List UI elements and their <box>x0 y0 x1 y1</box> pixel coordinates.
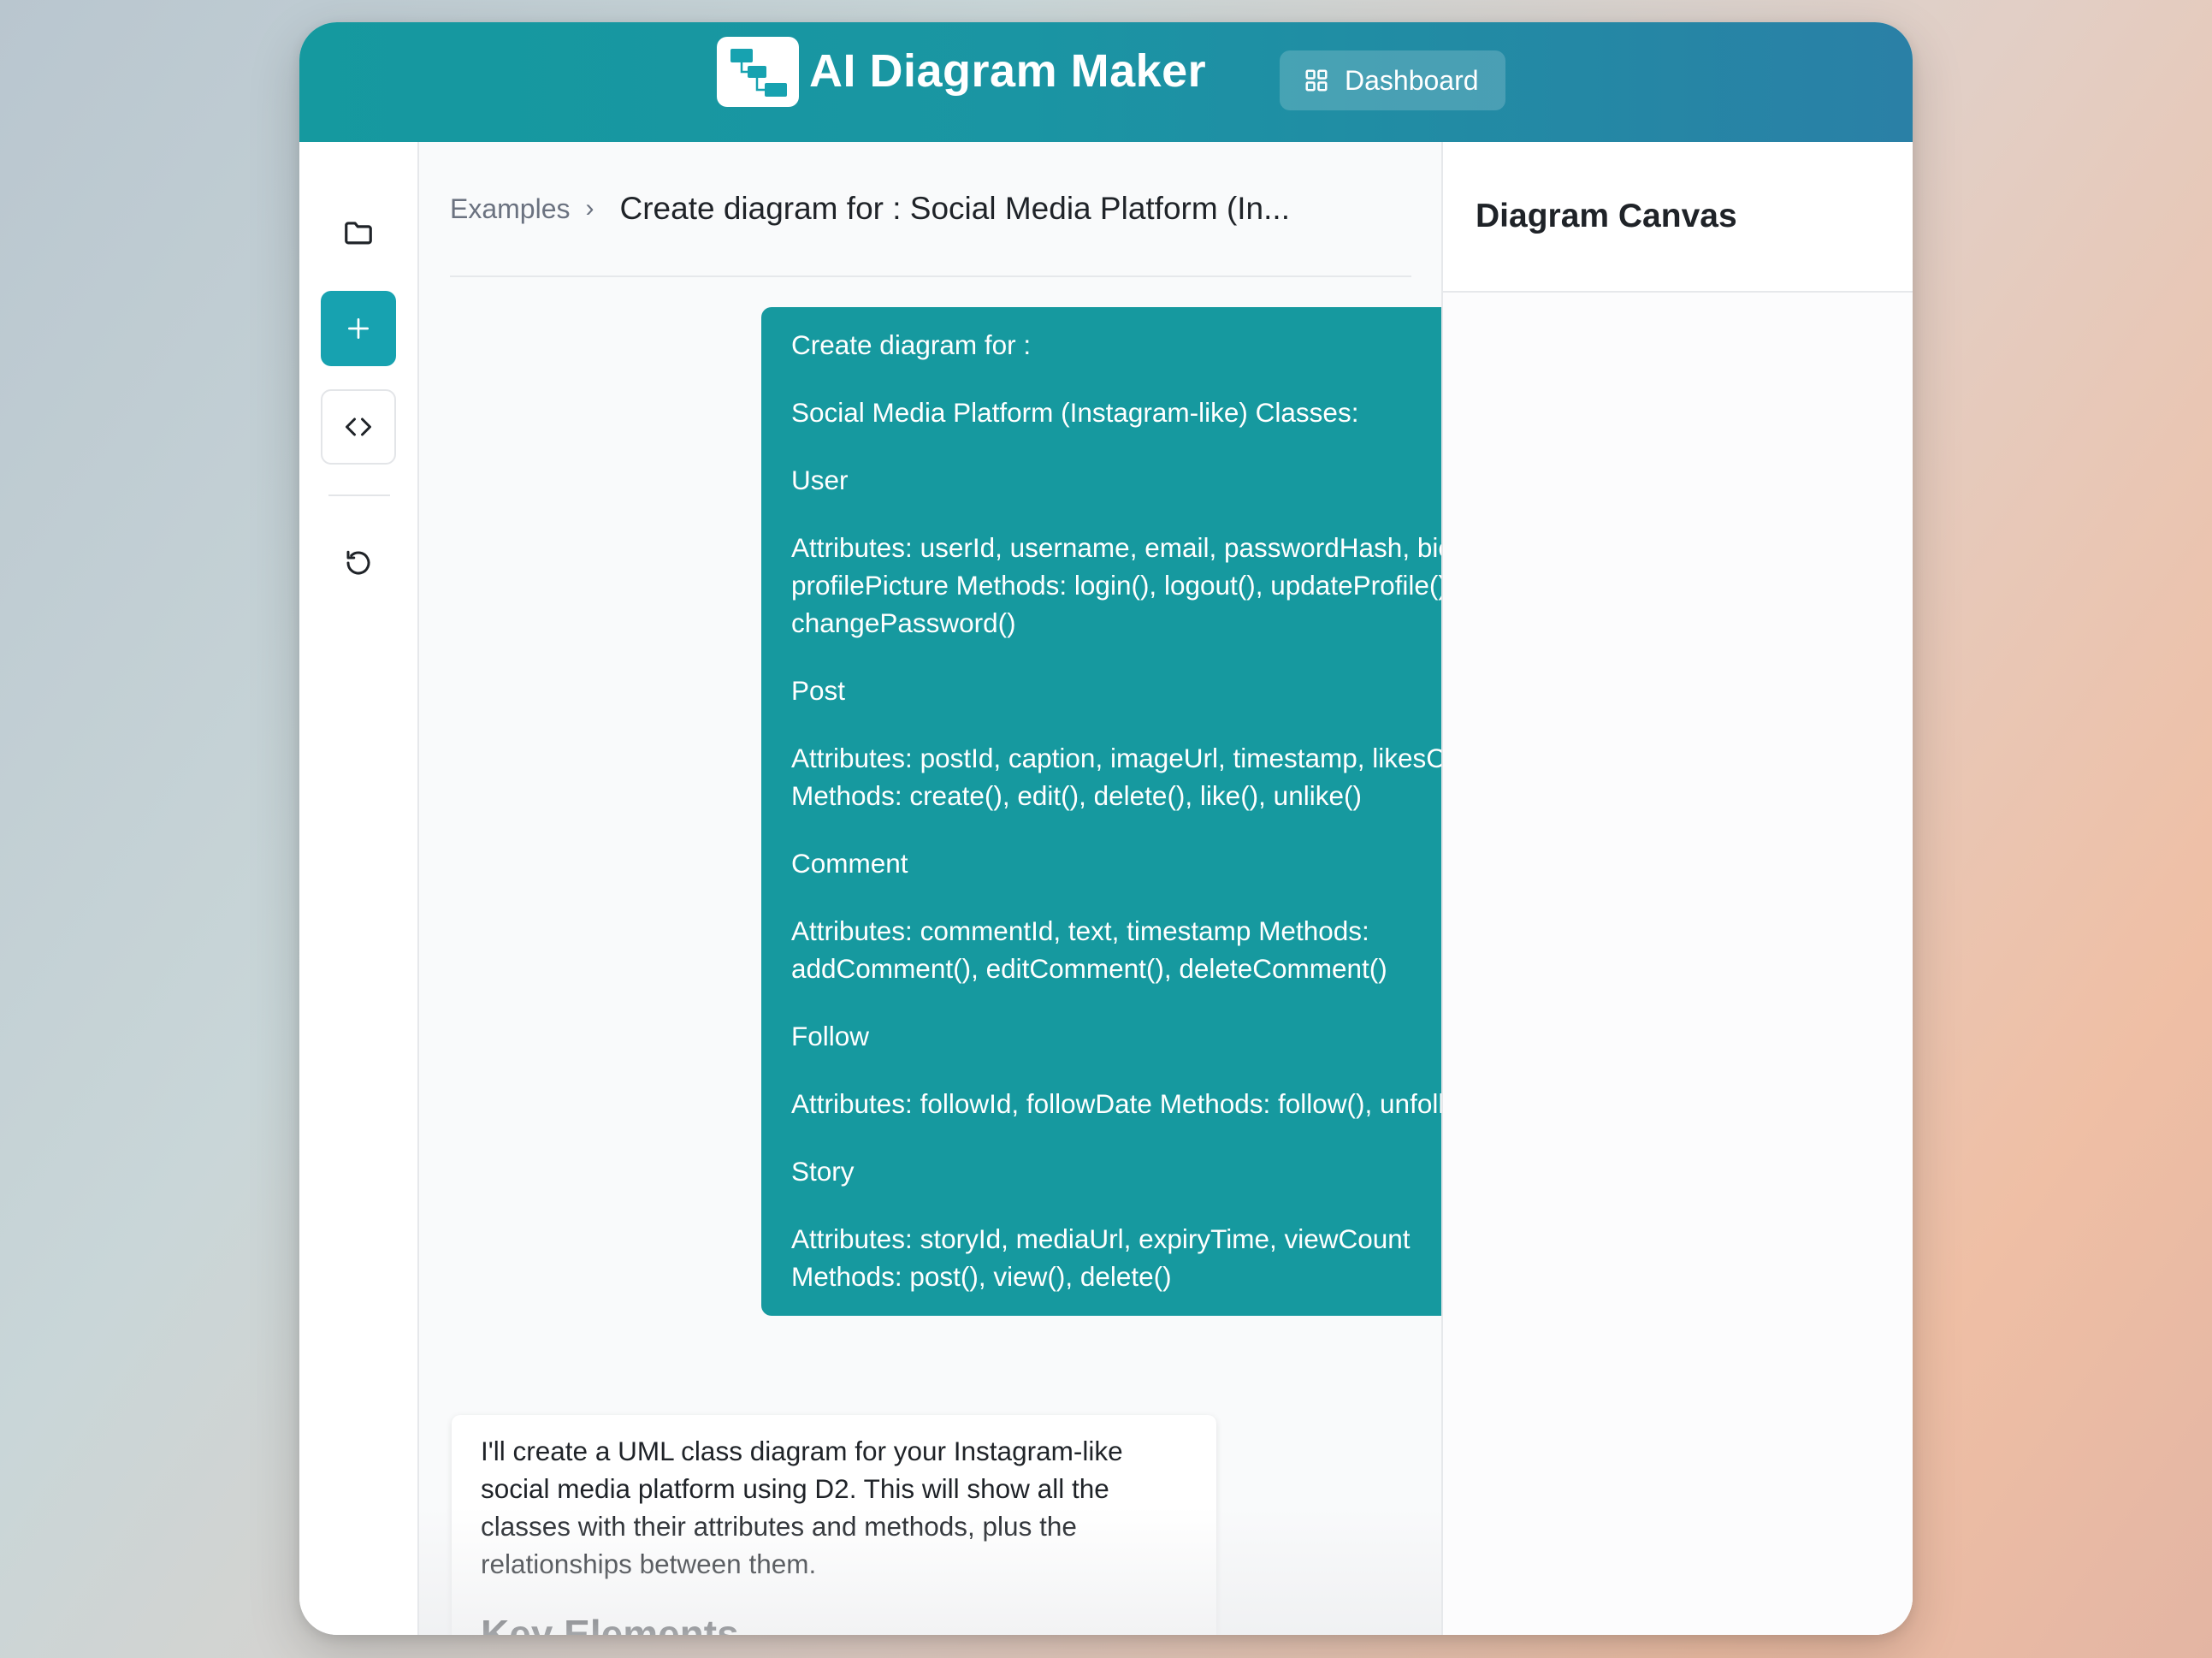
dashboard-button[interactable]: Dashboard <box>1280 50 1505 110</box>
code-icon <box>346 417 371 436</box>
breadcrumb-examples-link[interactable]: Examples <box>450 193 571 225</box>
chat-panel: Examples › Create diagram for : Social M… <box>419 142 1442 1635</box>
app-logo-icon <box>717 37 799 107</box>
sidebar-item-new[interactable] <box>321 291 396 366</box>
assistant-message-text: I'll create a UML class diagram for your… <box>481 1436 1123 1579</box>
sidebar-item-history[interactable] <box>321 525 396 601</box>
sidebar-item-folder[interactable] <box>321 195 396 270</box>
breadcrumb-current: Create diagram for : Social Media Platfo… <box>619 191 1290 226</box>
diagram-canvas[interactable] <box>1443 293 1913 1635</box>
assistant-message-heading: Key Elements <box>481 1612 739 1635</box>
breadcrumb-separator: › <box>585 194 594 222</box>
diagram-canvas-panel: Diagram Canvas <box>1441 142 1913 1635</box>
message-line: Attributes: followId, followDate Methods… <box>791 1088 1442 1119</box>
sidebar-divider <box>328 494 390 496</box>
history-icon <box>346 550 370 575</box>
user-message: Create diagram for : Social Media Platfo… <box>761 307 1442 1316</box>
message-line: Attributes: commentId, text, timestamp M… <box>791 915 1387 984</box>
message-line: Attributes: userId, username, email, pas… <box>791 532 1442 638</box>
canvas-title: Diagram Canvas <box>1443 142 1913 293</box>
message-line: Comment <box>791 848 908 879</box>
breadcrumb: Examples › Create diagram for : Social M… <box>450 142 1411 277</box>
message-line: Create diagram for : <box>791 329 1032 360</box>
assistant-message: I'll create a UML class diagram for your… <box>452 1415 1216 1635</box>
folder-icon <box>345 222 372 245</box>
message-line: Attributes: storyId, mediaUrl, expiryTim… <box>791 1223 1411 1292</box>
message-line: Attributes: postId, caption, imageUrl, t… <box>791 743 1442 811</box>
message-line: Follow <box>791 1021 870 1051</box>
message-line: Story <box>791 1156 855 1187</box>
message-line: Post <box>791 675 846 706</box>
grid-icon <box>1305 69 1328 92</box>
plus-icon <box>348 318 369 339</box>
app-window: AI Diagram Maker Dashboard Examples › Cr… <box>299 22 1913 1635</box>
message-line: User <box>791 465 849 495</box>
app-header: AI Diagram Maker Dashboard <box>299 22 1913 142</box>
message-line: Social Media Platform (Instagram-like) C… <box>791 397 1359 428</box>
sidebar-item-code[interactable] <box>321 389 396 465</box>
sidebar <box>299 142 419 1635</box>
app-title: AI Diagram Maker <box>809 45 1207 97</box>
dashboard-label: Dashboard <box>1345 64 1479 96</box>
